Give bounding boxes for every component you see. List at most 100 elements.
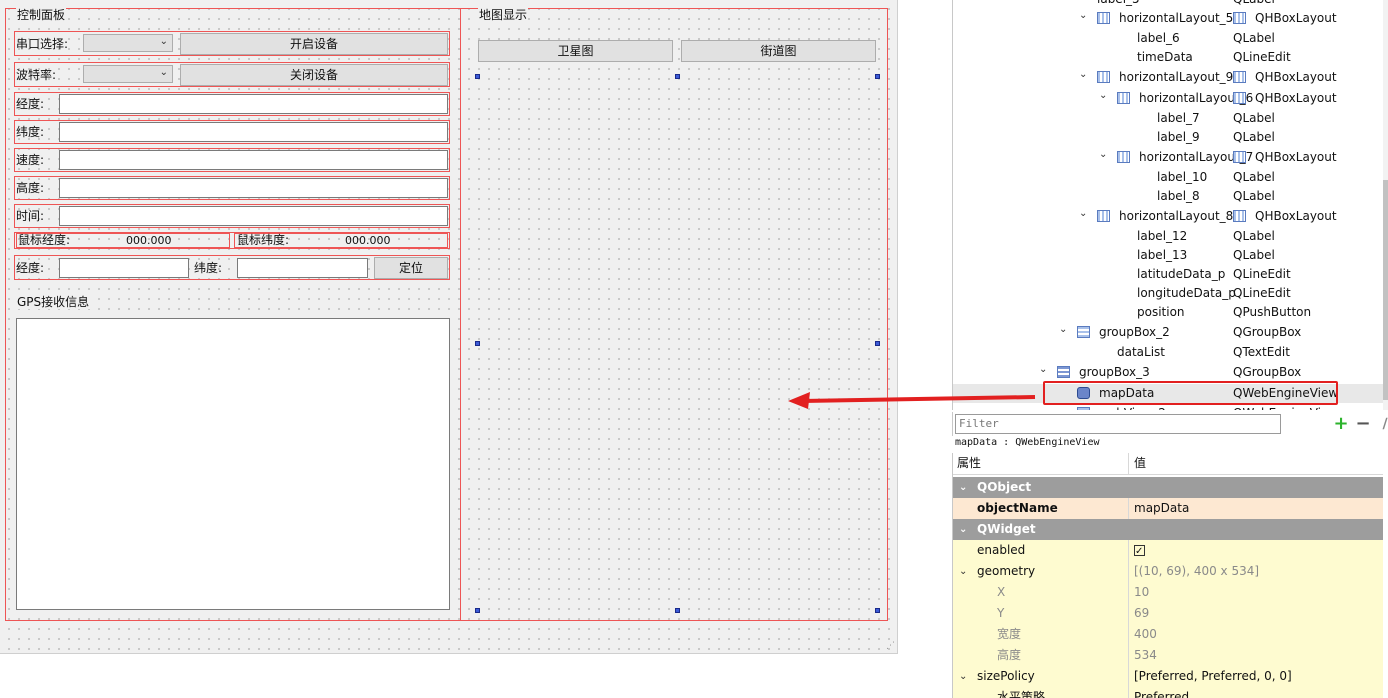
resize-handle-tr[interactable]: [875, 74, 880, 79]
tree-row-groupbox-3[interactable]: ⌄ groupBox_3 QGroupBox: [953, 363, 1383, 382]
tree-row-groupbox-2[interactable]: ⌄ groupBox_2 QGroupBox: [953, 323, 1383, 342]
tree-row-label-10[interactable]: label_10 QLabel: [953, 168, 1383, 187]
resize-handle-bc[interactable]: [675, 608, 680, 613]
altitude-field[interactable]: [59, 178, 448, 198]
chevron-down-icon[interactable]: ⌄: [959, 519, 967, 540]
objectname-value[interactable]: mapData: [1130, 498, 1383, 519]
chevron-down-icon[interactable]: ⌄: [1039, 360, 1047, 379]
hbox-layout-icon: [1233, 92, 1246, 104]
property-row-objectname[interactable]: objectName mapData: [953, 498, 1383, 519]
tree-row-position[interactable]: position QPushButton: [953, 303, 1383, 322]
remove-property-icon[interactable]: −: [1353, 414, 1373, 434]
tree-row-label-6[interactable]: label_6 QLabel: [953, 29, 1383, 48]
tree-row-label-7[interactable]: label_7 QLabel: [953, 109, 1383, 128]
tree-class-name: QPushButton: [1233, 305, 1312, 319]
tree-class-name: QLabel: [1233, 111, 1275, 125]
close-device-button[interactable]: 关闭设备: [180, 64, 448, 86]
sizepolicy-value[interactable]: [Preferred, Preferred, 0, 0]: [1130, 666, 1383, 687]
pos-lat-label: 纬度:: [194, 261, 223, 275]
speed-field[interactable]: [59, 150, 448, 170]
tree-row-label-13[interactable]: label_13 QLabel: [953, 246, 1383, 265]
hpolicy-value[interactable]: Preferred: [1130, 687, 1383, 698]
mouse-lat-value: 000.000: [345, 234, 391, 247]
chevron-down-icon[interactable]: ⌄: [959, 477, 967, 498]
locate-button[interactable]: 定位: [374, 257, 448, 279]
tree-class-name: QLabel: [1233, 170, 1275, 184]
tree-row-horizontallayout-7[interactable]: ⌄ horizontalLayout_7 QHBoxLayout: [953, 148, 1383, 167]
street-button[interactable]: 街道图: [681, 40, 876, 62]
add-property-icon[interactable]: +: [1331, 414, 1351, 434]
x-value[interactable]: 10: [1130, 582, 1383, 603]
tree-row-longitudedata-p[interactable]: longitudeData_p QLineEdit: [953, 284, 1383, 303]
tree-row-datalist[interactable]: dataList QTextEdit: [953, 343, 1383, 362]
open-device-button[interactable]: 开启设备: [180, 33, 448, 55]
resize-handle-br[interactable]: [875, 608, 880, 613]
tree-row-label-8[interactable]: label_8 QLabel: [953, 187, 1383, 206]
chevron-down-icon[interactable]: ⌄: [1059, 320, 1067, 339]
chevron-down-icon[interactable]: ⌄: [1079, 6, 1087, 25]
tree-row-label-12[interactable]: label_12 QLabel: [953, 227, 1383, 246]
category-qwidget[interactable]: ⌄ QWidget: [953, 519, 1383, 540]
resize-handle-bl[interactable]: [475, 608, 480, 613]
scrollbar-thumb[interactable]: [1383, 180, 1388, 400]
property-row-y[interactable]: Y 69: [953, 603, 1383, 624]
resize-handle-tc[interactable]: [675, 74, 680, 79]
tree-row-latitudedata-p[interactable]: latitudeData_p QLineEdit: [953, 265, 1383, 284]
object-inspector[interactable]: label_5 QLabel ⌄ horizontalLayout_5 QHBoxLay…: [952, 0, 1388, 410]
resize-handle-ml[interactable]: [475, 341, 480, 346]
tree-object-name: horizontalLayout_5: [1119, 11, 1234, 25]
category-qobject[interactable]: ⌄ QObject: [953, 477, 1383, 498]
tree-row-label-9[interactable]: label_9 QLabel: [953, 128, 1383, 147]
chevron-down-icon[interactable]: ⌄: [959, 561, 967, 582]
property-row-enabled[interactable]: enabled: [953, 540, 1383, 562]
size-grip-icon[interactable]: ⋰: [886, 641, 895, 651]
resize-handle-mr[interactable]: [875, 341, 880, 346]
enabled-checkbox[interactable]: [1134, 541, 1145, 562]
pos-lat-field[interactable]: [237, 258, 368, 278]
hbox-layout-icon: [1233, 210, 1246, 222]
property-row-height[interactable]: 高度 534: [953, 645, 1383, 666]
property-row-width[interactable]: 宽度 400: [953, 624, 1383, 645]
objectname-label: objectName: [953, 498, 1129, 519]
property-table[interactable]: 属性 值 ⌄ QObject objectName mapData ⌄ QWidge…: [952, 453, 1388, 698]
height-label: 高度: [953, 645, 1129, 666]
chevron-down-icon[interactable]: ⌄: [959, 666, 967, 687]
property-row-x[interactable]: X 10: [953, 582, 1383, 603]
tree-row-horizontallayout-8[interactable]: ⌄ horizontalLayout_8 QHBoxLayout: [953, 207, 1383, 226]
configure-icon[interactable]: ∕: [1375, 414, 1388, 434]
satellite-button[interactable]: 卫星图: [478, 40, 673, 62]
serial-port-combo[interactable]: ⌄: [83, 34, 173, 52]
tree-row-label-5[interactable]: label_5 QLabel: [953, 0, 1383, 9]
time-field[interactable]: [59, 206, 448, 226]
latitude-field[interactable]: [59, 122, 448, 142]
form-canvas[interactable]: 控制面板 串口选择: ⌄ 开启设备 波特率: ⌄ 关闭设备 经度: 纬度: 速度…: [0, 0, 898, 654]
filter-input[interactable]: Filter: [955, 414, 1281, 434]
property-row-hpolicy[interactable]: 水平策略 Preferred: [953, 687, 1383, 698]
inspector-scrollbar[interactable]: [1383, 0, 1388, 410]
resize-handle-tl[interactable]: [475, 74, 480, 79]
col-property-header[interactable]: 属性: [953, 453, 1129, 474]
time-label: 时间:: [16, 209, 45, 223]
col-value-header[interactable]: 值: [1130, 453, 1383, 474]
tree-row-timedata[interactable]: timeData QLineEdit: [953, 48, 1383, 67]
chevron-down-icon[interactable]: ⌄: [1079, 204, 1087, 223]
width-value[interactable]: 400: [1130, 624, 1383, 645]
tree-row-horizontallayout-6[interactable]: ⌄ horizontalLayout_6 QHBoxLayout: [953, 89, 1383, 108]
chevron-down-icon[interactable]: ⌄: [1099, 145, 1107, 164]
pos-lon-field[interactable]: [59, 258, 189, 278]
y-value[interactable]: 69: [1130, 603, 1383, 624]
tree-row-horizontallayout-9[interactable]: ⌄ horizontalLayout_9 QHBoxLayout: [953, 68, 1383, 87]
height-value[interactable]: 534: [1130, 645, 1383, 666]
tree-row-horizontallayout-5[interactable]: ⌄ horizontalLayout_5 QHBoxLayout: [953, 9, 1383, 28]
geometry-value[interactable]: [(10, 69), 400 x 534]: [1130, 561, 1383, 582]
tree-object-name: label_12: [1137, 229, 1188, 243]
hbox-layout-icon: [1117, 151, 1130, 163]
chevron-down-icon[interactable]: ⌄: [1079, 65, 1087, 84]
property-row-geometry[interactable]: ⌄ geometry [(10, 69), 400 x 534]: [953, 561, 1383, 582]
gps-data-list[interactable]: [16, 318, 450, 610]
longitude-field[interactable]: [59, 94, 448, 114]
property-row-sizepolicy[interactable]: ⌄ sizePolicy [Preferred, Preferred, 0, 0]: [953, 666, 1383, 687]
baud-rate-combo[interactable]: ⌄: [83, 65, 173, 83]
chevron-down-icon[interactable]: ⌄: [1099, 86, 1107, 105]
mouse-lat-label: 鼠标纬度:: [237, 233, 290, 247]
